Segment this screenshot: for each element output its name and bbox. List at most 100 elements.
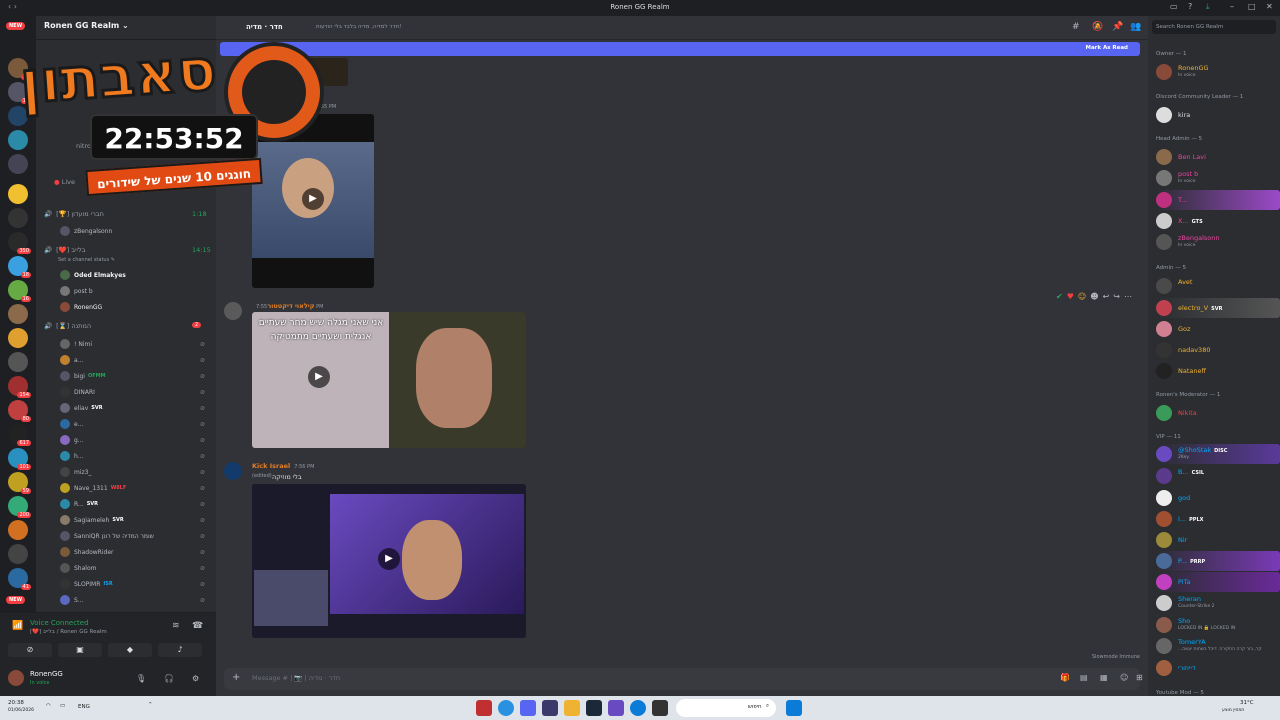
- emoji-icon[interactable]: ☺: [1120, 673, 1128, 682]
- voice-member[interactable]: R... SVR ⊘: [60, 499, 205, 509]
- download-icon[interactable]: ⤓: [1206, 2, 1210, 12]
- member-item[interactable]: T...: [1156, 190, 1280, 210]
- video-embed[interactable]: ▶: [252, 484, 526, 638]
- voice-member[interactable]: SanniQR שומר המדיה של רונן ⊘: [60, 531, 205, 541]
- voice-member[interactable]: eliav SVR ⊘: [60, 403, 205, 413]
- play-icon[interactable]: ▶: [378, 548, 400, 570]
- inbox-icon[interactable]: ▭: [1170, 2, 1178, 11]
- language-indicator[interactable]: ENG: [78, 704, 90, 710]
- voice-channel[interactable]: 🔊 [🏆] חברי מועדון 1:18: [44, 210, 207, 218]
- member-item[interactable]: Nikita: [1156, 403, 1280, 423]
- member-item[interactable]: P... PRRP: [1156, 551, 1280, 571]
- server-icon[interactable]: 16: [8, 280, 31, 302]
- member-item[interactable]: nadav380: [1156, 340, 1280, 360]
- voice-member[interactable]: post b: [60, 286, 93, 296]
- signal-icon[interactable]: 📶: [12, 621, 23, 631]
- member-item[interactable]: TomerYA ...קר, בור קרה החקירה. דיבל בשחות…: [1156, 636, 1280, 656]
- disconnect-icon[interactable]: ☎: [192, 621, 203, 631]
- forward-icon[interactable]: ↪: [1113, 292, 1120, 306]
- member-item[interactable]: kira: [1156, 105, 1280, 125]
- server-icon[interactable]: 101: [8, 448, 31, 470]
- server-icon[interactable]: [8, 352, 28, 372]
- headphones-icon[interactable]: 🎧: [164, 674, 174, 683]
- gif-icon[interactable]: ▤: [1080, 673, 1088, 682]
- voice-member[interactable]: bigi OFMM ⊘: [60, 371, 205, 381]
- microphone-icon[interactable]: 🎙: [136, 674, 146, 683]
- voice-member[interactable]: e... ⊘: [60, 419, 205, 429]
- server-icon[interactable]: [8, 328, 28, 348]
- folder-icon[interactable]: [564, 700, 580, 716]
- server-icon[interactable]: 617: [8, 424, 31, 446]
- threads-icon[interactable]: #: [1072, 22, 1080, 32]
- edge-icon[interactable]: [630, 700, 646, 716]
- set-status[interactable]: Set a channel status ✎: [58, 257, 115, 263]
- member-item[interactable]: Nataneff: [1156, 361, 1280, 381]
- member-item[interactable]: I... PPLX: [1156, 509, 1280, 529]
- play-icon[interactable]: ▶: [308, 366, 330, 388]
- message-author[interactable]: קילאוי דיקטטור7:55 PM: [252, 302, 323, 310]
- voice-member[interactable]: g... ⊘: [60, 435, 205, 445]
- discord-icon[interactable]: [520, 700, 536, 716]
- server-icon[interactable]: 200: [8, 496, 31, 518]
- battery-icon[interactable]: ▭: [60, 703, 65, 709]
- channel-topic[interactable]: חדר למדיה, מדיה בלבד בלי הודעות!: [316, 24, 401, 30]
- voice-member[interactable]: zBengalsonn: [60, 226, 112, 236]
- noise-suppression-icon[interactable]: ≋: [172, 621, 180, 631]
- voice-member[interactable]: Shalom ⊘: [60, 563, 205, 573]
- search-input[interactable]: Search Ronen GG Realm: [1152, 20, 1276, 34]
- screen-share-button[interactable]: ▣: [58, 643, 102, 657]
- member-item[interactable]: Ben Lavi: [1156, 147, 1280, 167]
- member-item[interactable]: zBengalsonn In voice: [1156, 232, 1280, 252]
- weather-temp[interactable]: 31°C: [1240, 700, 1254, 706]
- member-item[interactable]: god: [1156, 488, 1280, 508]
- member-item[interactable]: B... CSIL: [1156, 466, 1280, 486]
- windows-start-icon[interactable]: [786, 700, 802, 716]
- message-composer[interactable]: + Message # | 📷 | חדר · מדיה 🎁 ▤ ▦ ☺ ⊞: [224, 668, 1143, 690]
- emoji-icon[interactable]: ☺: [1078, 292, 1086, 306]
- add-attachment-icon[interactable]: +: [232, 672, 240, 683]
- server-icon[interactable]: 154: [8, 376, 31, 398]
- add-reaction-icon[interactable]: ☻: [1090, 292, 1098, 306]
- voice-channel[interactable]: 🔊 [❤️] בלייב 14:15: [44, 246, 211, 254]
- server-icon[interactable]: 41: [8, 568, 31, 590]
- member-item[interactable]: @ShoStak DISC 2Key: [1156, 444, 1280, 464]
- bell-off-icon[interactable]: 🔕: [1092, 22, 1103, 32]
- wifi-icon[interactable]: ◠: [46, 703, 51, 709]
- member-item[interactable]: Goz: [1156, 319, 1280, 339]
- camera-off-button[interactable]: ⊘: [8, 643, 52, 657]
- steam-icon[interactable]: [586, 700, 602, 716]
- member-item[interactable]: electro_V SVR: [1156, 298, 1280, 318]
- member-item[interactable]: Nir: [1156, 530, 1280, 550]
- voice-member[interactable]: a... ⊘: [60, 355, 205, 365]
- gift-icon[interactable]: 🎁: [1060, 673, 1070, 682]
- message-author[interactable]: Kick Israel 7:56 PM: [252, 462, 314, 470]
- more-icon[interactable]: ⋯: [1124, 292, 1132, 306]
- maximize-icon[interactable]: □: [1248, 2, 1256, 11]
- avatar[interactable]: [224, 462, 242, 480]
- voice-channel-name[interactable]: [❤️] בלייב / Ronen GG Realm: [30, 629, 107, 635]
- member-item[interactable]: Sho LOCKED IN 🔒 LOCKED IN: [1156, 615, 1280, 635]
- close-icon[interactable]: ✕: [1266, 2, 1273, 11]
- activities-button[interactable]: ◆: [108, 643, 152, 657]
- mark-as-read-button[interactable]: Mark As Read: [1085, 45, 1128, 51]
- server-icon[interactable]: 80: [8, 400, 31, 422]
- new-messages-bar[interactable]: Mark As Read: [220, 42, 1140, 56]
- member-item[interactable]: דייוזורי: [1156, 658, 1280, 678]
- username[interactable]: RonenGG: [30, 670, 63, 678]
- server-icon[interactable]: [8, 208, 28, 228]
- server-icon[interactable]: [8, 544, 28, 564]
- voice-member[interactable]: RonenGG: [60, 302, 102, 312]
- pin-icon[interactable]: 📌: [1112, 22, 1123, 32]
- avatar[interactable]: [224, 302, 242, 320]
- voice-member[interactable]: S... ⊘: [60, 595, 205, 605]
- member-item[interactable]: PiTa: [1156, 572, 1280, 592]
- gear-icon[interactable]: ⚙: [192, 674, 199, 683]
- voice-member[interactable]: h... ⊘: [60, 451, 205, 461]
- server-icon[interactable]: 18: [8, 256, 31, 278]
- voice-member[interactable]: SLOPIMR ISR ⊘: [60, 579, 205, 589]
- taskbar-app-icon[interactable]: [608, 700, 624, 716]
- apps-icon[interactable]: ⊞: [1136, 673, 1143, 682]
- taskbar-search[interactable]: חיפוש ⌕: [676, 699, 776, 717]
- server-icon[interactable]: [8, 520, 28, 540]
- heart-icon[interactable]: ♥: [1067, 292, 1074, 306]
